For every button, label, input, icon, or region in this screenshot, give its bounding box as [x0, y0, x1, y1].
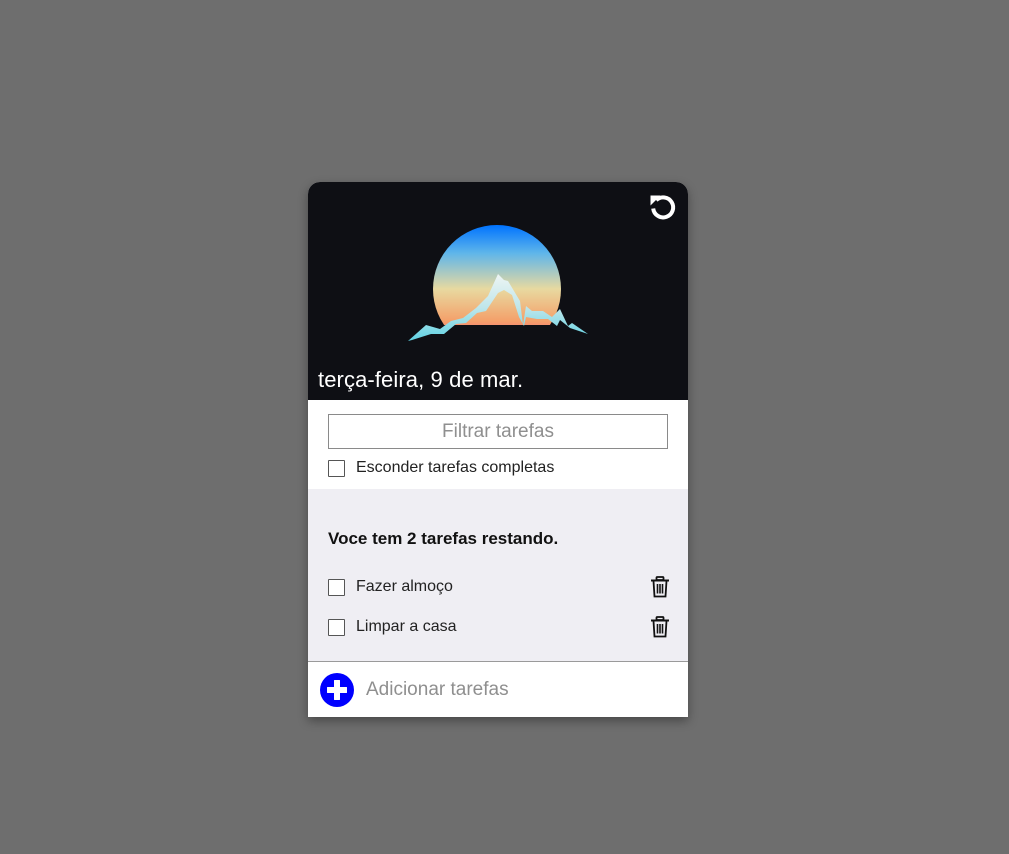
hide-completed-checkbox[interactable]	[328, 459, 345, 477]
trash-icon[interactable]	[650, 616, 670, 638]
task-checkbox[interactable]	[328, 578, 345, 596]
task-label: Limpar a casa	[356, 618, 457, 635]
add-task-bar	[308, 662, 688, 717]
task-checkbox[interactable]	[328, 618, 345, 636]
reset-icon	[650, 195, 676, 220]
header: terça-feira, 9 de mar.	[308, 182, 688, 400]
task-item: Fazer almoço	[328, 575, 670, 599]
plus-circle-icon[interactable]	[320, 673, 354, 707]
hide-completed-label: Esconder tarefas completas	[356, 459, 555, 476]
date-label: terça-feira, 9 de mar.	[318, 367, 524, 392]
filter-tasks-input[interactable]	[328, 414, 668, 449]
task-list-section: Voce tem 2 tarefas restando. Fazer almoç…	[308, 489, 688, 662]
add-task-input[interactable]	[366, 675, 666, 705]
task-label: Fazer almoço	[356, 578, 453, 595]
todo-card: terça-feira, 9 de mar. Esconder tarefas …	[308, 182, 688, 717]
filters-section: Esconder tarefas completas	[308, 400, 688, 489]
mountain-sun-logo	[408, 225, 588, 341]
task-item: Limpar a casa	[328, 615, 670, 639]
hide-completed-row: Esconder tarefas completas	[328, 459, 554, 477]
trash-icon[interactable]	[650, 576, 670, 598]
reset-button[interactable]	[646, 190, 680, 224]
remaining-tasks-text: Voce tem 2 tarefas restando.	[328, 529, 559, 548]
